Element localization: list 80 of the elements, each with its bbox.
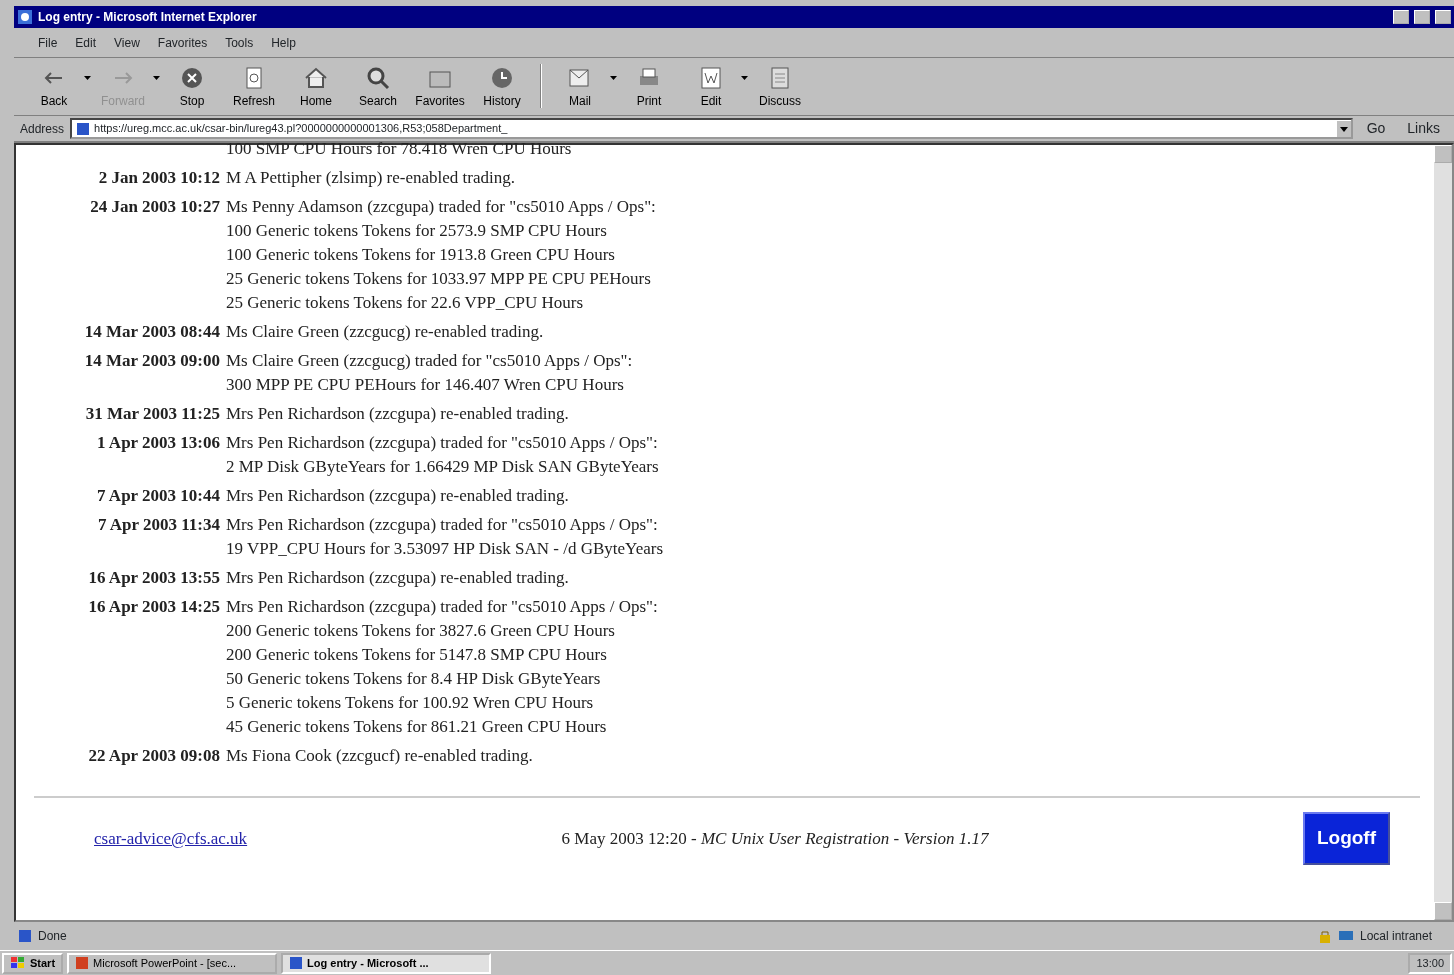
log-date: 7 Apr 2003 10:44 <box>96 485 220 507</box>
address-label: Address <box>20 120 65 138</box>
log-detail: 200 Generic tokens Tokens for 3827.6 Green CPU Hours <box>226 620 616 642</box>
toolbar-button[interactable]: Back <box>24 64 84 110</box>
log-detail: 300 MPP PE CPU PEHours for 146.407 Wren CPU Hours <box>226 374 625 396</box>
scrollbar[interactable] <box>1434 145 1452 920</box>
log-date: 14 Mar 2003 08:44 <box>83 321 220 343</box>
dropdown-icon[interactable] <box>1336 120 1351 137</box>
log-text: Mrs Pen Richardson (zzcgupa) traded for "cs5010 Apps / Ops": <box>226 432 659 454</box>
toolbar-button[interactable]: Home <box>286 64 346 110</box>
log-detail: 45 Generic tokens Tokens for 861.21 Green CPU Hours <box>226 716 608 738</box>
windows-logo-icon <box>10 956 26 970</box>
taskbar-button[interactable]: Log entry - Microsoft ... <box>281 952 492 974</box>
toolbar-button[interactable]: Print <box>619 64 679 110</box>
app-icon <box>75 956 90 970</box>
log-detail: 50 Generic tokens Tokens for 8.4 HP Disk GByteYears <box>226 668 602 690</box>
toolbar-button[interactable]: History <box>472 64 532 110</box>
go-button[interactable]: Go <box>1358 118 1394 139</box>
toolbar-button[interactable]: Search <box>348 64 408 110</box>
menu-item[interactable]: View <box>114 33 140 52</box>
links-button[interactable]: Links <box>1399 118 1448 139</box>
log-text: Mrs Pen Richardson (zzcgupa) traded for "cs5010 Apps / Ops": <box>226 596 659 618</box>
page-icon <box>18 929 32 943</box>
log-detail: 200 Generic tokens Tokens for 5147.8 SMP CPU Hours <box>226 644 608 666</box>
toolbar-button[interactable]: Mail <box>550 64 610 110</box>
log-date: 16 Apr 2003 14:25 <box>87 596 220 618</box>
browser-icon <box>17 9 33 25</box>
menu-item[interactable]: File <box>38 33 58 52</box>
footer-info: 6 May 2003 12:20 - MC Unix User Registration - Version 1.17 <box>560 827 990 850</box>
taskbar-button[interactable]: Microsoft PowerPoint - [sec... <box>67 952 278 974</box>
address-text: https://ureg.mcc.ac.uk/csar-bin/lureg43.pl?0000000000001306,R53;058Department_ <box>94 121 508 137</box>
log-text: Ms Fiona Cook (zzcgucf) re-enabled trading. <box>226 745 534 767</box>
toolbar-button[interactable]: Favorites <box>410 64 470 110</box>
window-title: Log entry - Microsoft Internet Explorer <box>38 9 257 26</box>
start-button[interactable]: Start <box>2 952 64 974</box>
log-date: 22 Apr 2003 09:08 <box>87 745 220 767</box>
menu-item[interactable]: Tools <box>225 33 254 52</box>
log-detail: 100 Generic tokens Tokens for 1913.8 Green CPU Hours <box>226 244 616 266</box>
logoff-button[interactable]: Logoff <box>1302 812 1390 865</box>
lock-icon <box>1318 929 1332 943</box>
network-icon <box>1338 929 1354 943</box>
page-icon <box>76 121 91 136</box>
log-detail: 25 Generic tokens Tokens for 1033.97 MPP PE CPU PEHours <box>226 268 652 290</box>
address-field[interactable]: https://ureg.mcc.ac.uk/csar-bin/lureg43.pl?0000000000001306,R53;058Department_ <box>70 118 1353 139</box>
dropdown-icon[interactable] <box>84 76 91 80</box>
dropdown-icon[interactable] <box>741 76 748 80</box>
log-detail: 19 VPP_CPU Hours for 3.53097 HP Disk SAN - /d GByteYears <box>226 538 664 560</box>
menu-item[interactable]: Edit <box>75 33 97 52</box>
toolbar-button[interactable]: Stop <box>162 64 222 110</box>
zone-text: Local intranet <box>1360 928 1434 945</box>
log-date: 14 Mar 2003 09:00 <box>83 350 220 372</box>
log-text: Ms Claire Green (zzcgucg) traded for "cs5010 Apps / Ops": <box>226 350 634 372</box>
log-text: Mrs Pen Richardson (zzcgupa) re-enabled trading. <box>226 485 570 507</box>
log-detail: 100 Generic tokens Tokens for 2573.9 SMP CPU Hours <box>226 220 608 242</box>
menu-item[interactable]: Favorites <box>157 33 208 52</box>
log-detail: 25 Generic tokens Tokens for 22.6 VPP_CPU Hours <box>226 292 585 314</box>
log-text: M A Pettipher (zlsimp) re-enabled trading. <box>226 167 516 189</box>
toolbar-button[interactable]: Edit <box>681 64 741 110</box>
menu-item[interactable]: Help <box>271 33 296 52</box>
status-text: Done <box>38 928 67 945</box>
log-date: 7 Apr 2003 11:34 <box>97 514 220 536</box>
email-link[interactable]: csar-advice@cfs.ac.uk <box>94 825 248 851</box>
toolbar-button[interactable]: Refresh <box>224 64 284 110</box>
log-date: 31 Mar 2003 11:25 <box>84 403 220 425</box>
log-text: Ms Claire Green (zzcgucg) re-enabled trading. <box>226 321 545 343</box>
app-icon <box>289 956 304 970</box>
toolbar-button[interactable]: Discuss <box>750 64 810 110</box>
log-text: Mrs Pen Richardson (zzcgupa) re-enabled trading. <box>226 567 570 589</box>
log-date: 16 Apr 2003 13:55 <box>87 567 220 589</box>
log-date: 24 Jan 2003 10:27 <box>89 196 220 218</box>
log-date: 1 Apr 2003 13:06 <box>96 432 220 454</box>
log-date: 2 Jan 2003 10:12 <box>97 167 220 189</box>
dropdown-icon[interactable] <box>610 76 617 80</box>
log-text: Ms Penny Adamson (zzcgupa) traded for "cs5010 Apps / Ops": <box>226 196 657 218</box>
clock: 13:00 <box>1408 952 1452 974</box>
log-text: Mrs Pen Richardson (zzcgupa) re-enabled trading. <box>226 403 570 425</box>
log-detail: 2 MP Disk GByteYears for 1.66429 MP Disk SAN GByteYears <box>226 456 660 478</box>
log-detail: 5 Generic tokens Tokens for 100.92 Wren CPU Hours <box>226 692 595 714</box>
log-text: Mrs Pen Richardson (zzcgupa) traded for "cs5010 Apps / Ops": <box>226 514 659 536</box>
log-detail: 100 SMP CPU Hours for 78.418 Wren CPU Hours <box>226 138 573 160</box>
